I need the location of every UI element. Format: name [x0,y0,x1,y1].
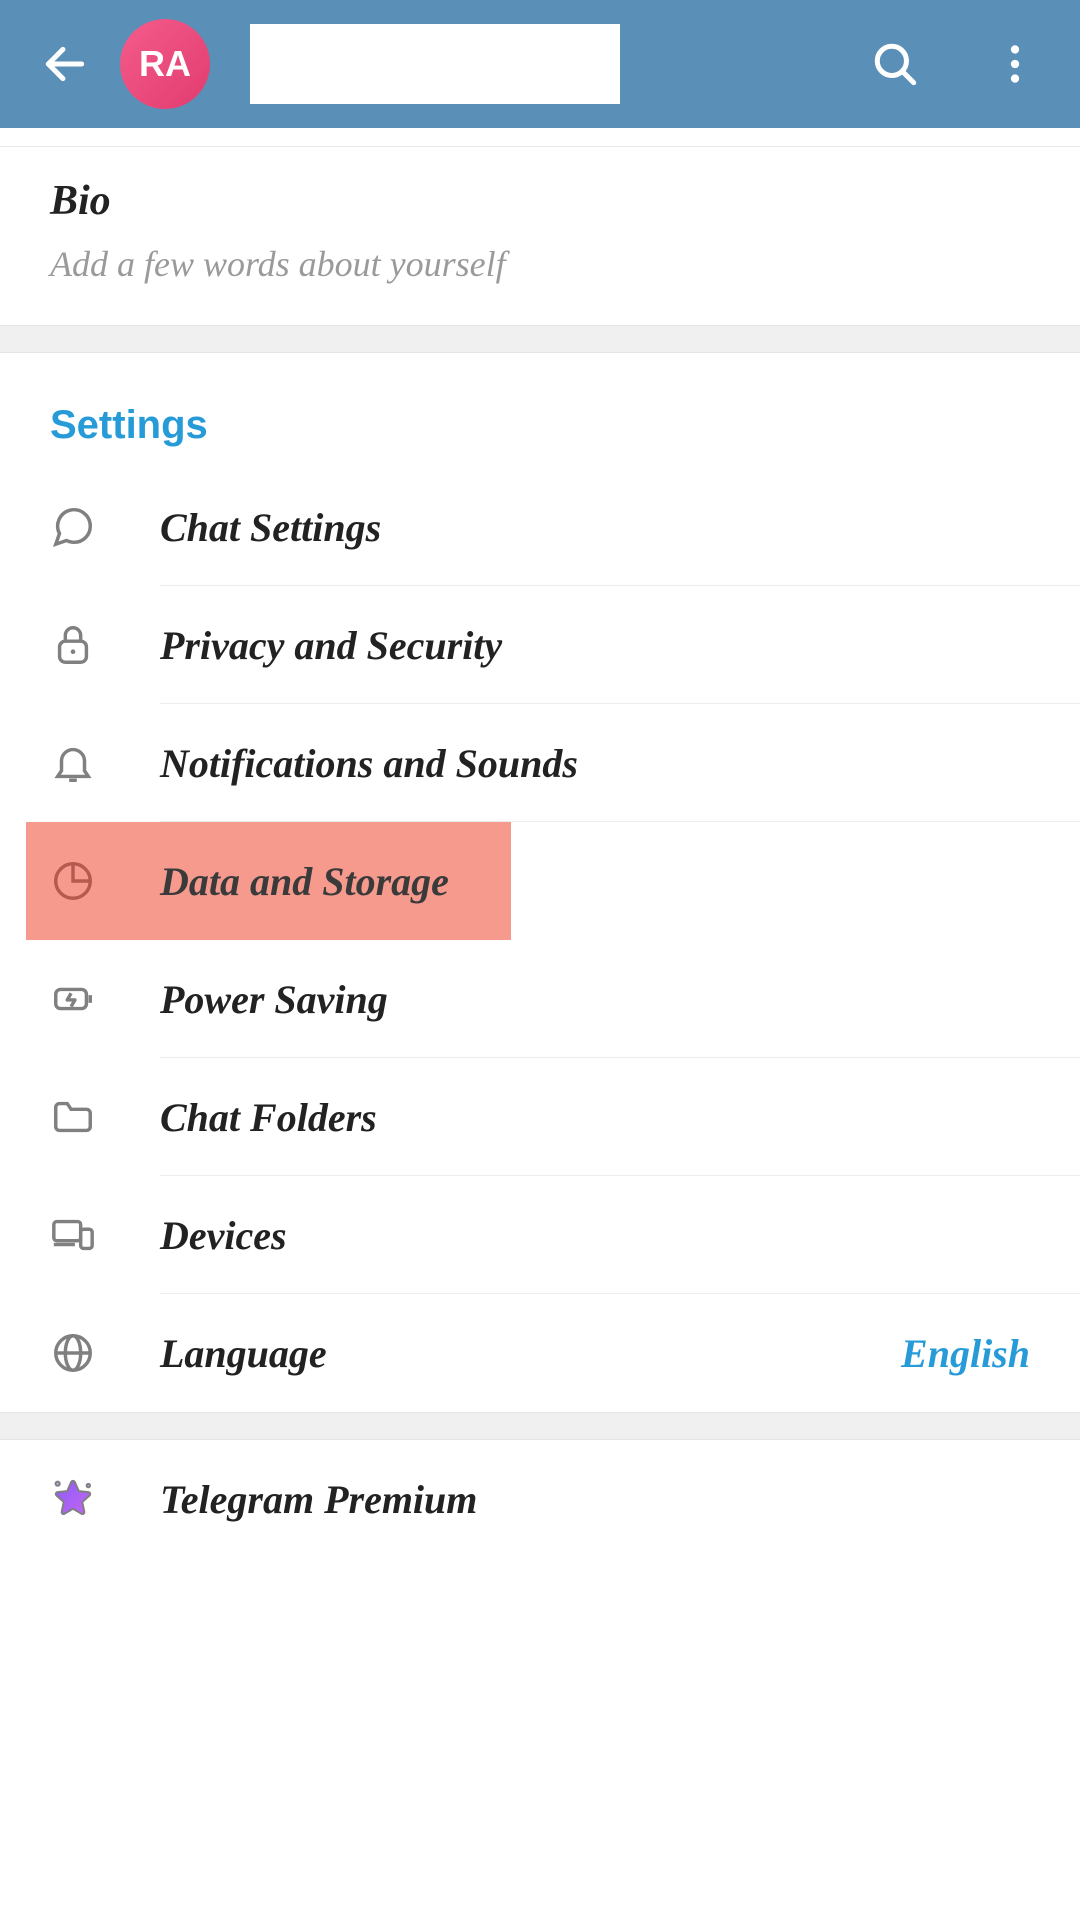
settings-item-language[interactable]: Language English [0,1294,1080,1412]
profile-name-redacted [250,24,620,104]
pie-icon [50,858,160,904]
settings-item-power-saving[interactable]: Power Saving [0,940,1080,1058]
bio-hint: Add a few words about yourself [50,243,1030,285]
settings-section: Settings Chat Settings Privacy and Secur… [0,353,1080,1412]
settings-item-value: English [901,1330,1030,1377]
bell-icon [50,740,160,786]
settings-item-chat-settings[interactable]: Chat Settings [0,468,1080,586]
settings-section-title: Settings [0,403,1080,468]
settings-item-notifications[interactable]: Notifications and Sounds [0,704,1080,822]
section-divider [0,325,1080,353]
settings-item-label: Notifications and Sounds [160,740,578,787]
settings-item-label: Chat Folders [160,1094,377,1141]
settings-item-devices[interactable]: Devices [0,1176,1080,1294]
globe-icon [50,1330,160,1376]
settings-item-label: Chat Settings [160,504,381,551]
bio-title: Bio [50,177,1030,225]
settings-item-label: Devices [160,1212,287,1259]
section-divider [0,1412,1080,1440]
settings-item-label: Telegram Premium [160,1476,477,1523]
more-menu-button[interactable] [990,39,1040,89]
search-button[interactable] [870,39,920,89]
settings-item-premium[interactable]: Telegram Premium [0,1440,1080,1558]
folder-icon [50,1094,160,1140]
settings-item-privacy-security[interactable]: Privacy and Security [0,586,1080,704]
star-icon [50,1476,160,1522]
premium-section: Telegram Premium [0,1440,1080,1558]
settings-item-label: Data and Storage [160,858,449,905]
battery-icon [50,976,160,1022]
settings-item-label: Power Saving [160,976,388,1023]
bio-section[interactable]: Bio Add a few words about yourself [0,146,1080,325]
chat-icon [50,504,160,550]
settings-item-label: Privacy and Security [160,622,502,669]
settings-item-chat-folders[interactable]: Chat Folders [0,1058,1080,1176]
app-header: RA [0,0,1080,128]
devices-icon [50,1212,160,1258]
settings-item-label: Language [160,1330,327,1377]
lock-icon [50,622,160,668]
settings-item-data-storage[interactable]: Data and Storage [0,822,1080,940]
avatar-initials: RA [139,43,191,85]
back-button[interactable] [40,39,90,89]
avatar[interactable]: RA [120,19,210,109]
